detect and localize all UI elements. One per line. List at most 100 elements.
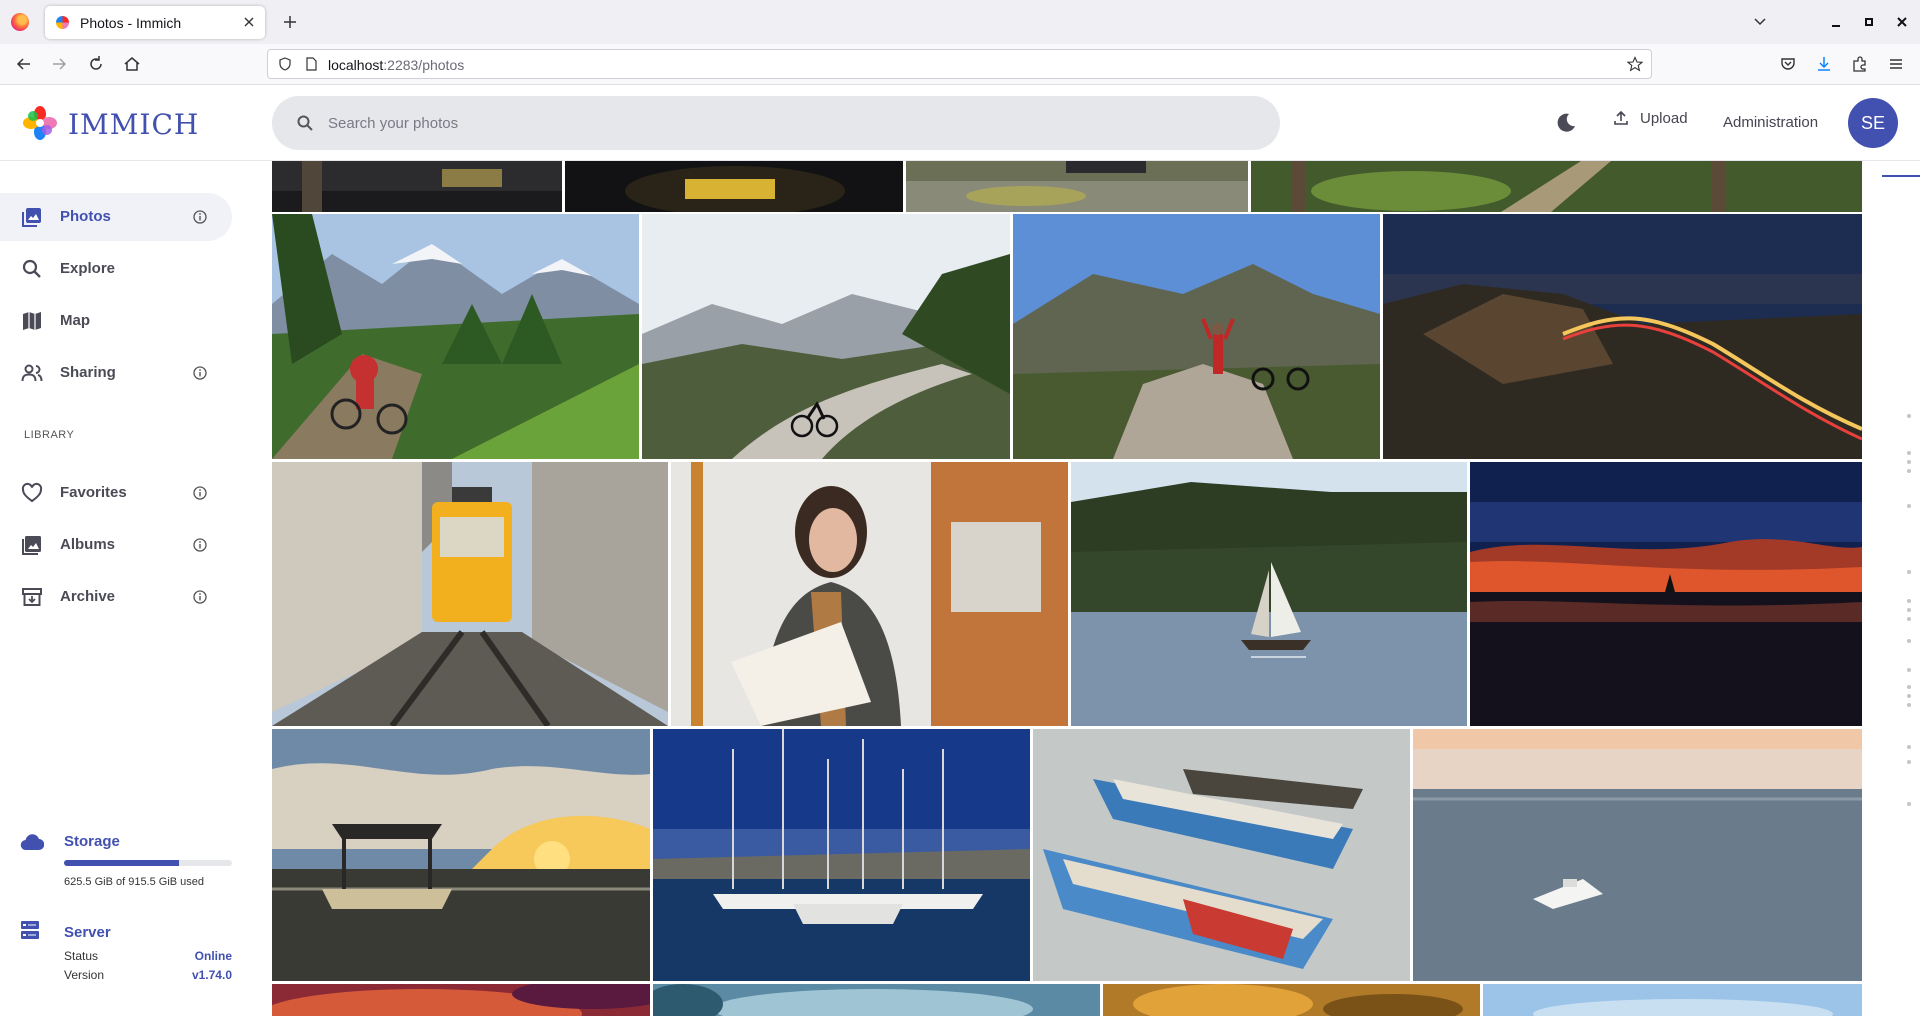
photo-grid (272, 161, 1862, 1016)
maximize-icon[interactable] (1859, 12, 1879, 32)
server-title: Server (64, 924, 111, 941)
reload-icon[interactable] (86, 54, 106, 74)
info-icon[interactable] (192, 485, 208, 501)
sidebar-item-archive[interactable]: Archive (0, 573, 232, 621)
album-icon (22, 536, 41, 555)
browser-tab-bar: Photos - Immich (0, 0, 1920, 44)
heart-icon (21, 482, 43, 503)
storage-title: Storage (64, 833, 120, 850)
sidebar-item-label: Map (60, 312, 90, 329)
url-bar[interactable]: localhost:2283/photos (267, 49, 1652, 79)
photo-thumbnail[interactable] (272, 161, 562, 212)
photo-thumbnail[interactable] (653, 729, 1030, 981)
dark-mode-toggle-icon[interactable] (1554, 111, 1578, 135)
photo-thumbnail[interactable] (642, 214, 1010, 459)
close-tab-icon[interactable] (241, 14, 257, 30)
sidebar-item-label: Sharing (60, 364, 116, 381)
sidebar-item-favorites[interactable]: Favorites (0, 469, 232, 517)
photo-thumbnail[interactable] (1383, 214, 1862, 459)
browser-tab[interactable]: Photos - Immich (45, 6, 265, 39)
tab-title: Photos - Immich (80, 14, 182, 31)
photo-thumbnail[interactable] (906, 161, 1248, 212)
scrubber-year-dot (1907, 460, 1911, 464)
search-bar[interactable] (272, 96, 1280, 150)
photo-thumbnail[interactable] (1033, 729, 1410, 981)
upload-button[interactable]: Upload (1612, 109, 1688, 127)
immich-favicon-icon (56, 16, 69, 29)
photo-thumbnail[interactable] (1483, 984, 1862, 1016)
photo-thumbnail[interactable] (1071, 462, 1467, 726)
app-header: IMMICH Upload Administration SE (0, 85, 1920, 161)
list-tabs-icon[interactable] (1750, 12, 1770, 32)
sidebar-item-sharing[interactable]: Sharing (0, 349, 232, 397)
photo-thumbnail[interactable] (272, 214, 639, 459)
firefox-icon[interactable] (11, 13, 29, 31)
archive-icon (22, 588, 42, 606)
new-tab-icon[interactable] (280, 12, 300, 32)
menu-icon[interactable] (1886, 54, 1906, 74)
photos-icon (22, 208, 41, 227)
scrubber-year-dot (1907, 504, 1911, 508)
photo-thumbnail[interactable] (565, 161, 903, 212)
photo-thumbnail[interactable] (1413, 729, 1862, 981)
extensions-icon[interactable] (1850, 54, 1870, 74)
scrubber-year-dot (1907, 570, 1911, 574)
info-icon[interactable] (192, 537, 208, 553)
photo-thumbnail[interactable] (272, 462, 668, 726)
server-version-value[interactable]: v1.74.0 (192, 968, 232, 982)
app-logo-text[interactable]: IMMICH (68, 108, 199, 141)
sidebar-item-photos[interactable]: Photos (0, 193, 232, 241)
scrubber-year-dot (1907, 802, 1911, 806)
user-avatar[interactable]: SE (1848, 98, 1898, 148)
photo-thumbnail[interactable] (1103, 984, 1480, 1016)
info-icon[interactable] (192, 209, 208, 225)
sidebar-item-label: Explore (60, 260, 116, 277)
library-section-label: LIBRARY (24, 429, 75, 441)
sidebar-item-label: Albums (60, 536, 116, 553)
scrubber-year-dot (1907, 745, 1911, 749)
browser-nav-bar: localhost:2283/photos (0, 44, 1920, 85)
minimize-icon[interactable] (1826, 12, 1846, 32)
sidebar-item-label: Favorites (60, 484, 127, 501)
photo-thumbnail[interactable] (1013, 214, 1380, 459)
sidebar-item-map[interactable]: Map (0, 297, 232, 345)
scrubber-year-dot (1907, 469, 1911, 473)
photo-thumbnail[interactable] (1251, 161, 1862, 212)
administration-link[interactable]: Administration (1723, 114, 1818, 131)
photo-thumbnail[interactable] (671, 462, 1068, 726)
search-input[interactable] (328, 96, 1228, 150)
server-status-value: Online (194, 949, 232, 963)
pocket-icon[interactable] (1778, 54, 1798, 74)
scrubber-year-dot (1907, 703, 1911, 707)
sidebar-item-explore[interactable]: Explore (0, 245, 232, 293)
downloads-icon[interactable] (1814, 54, 1834, 74)
shield-icon[interactable] (278, 57, 292, 71)
cloud-icon (20, 834, 44, 851)
forward-icon[interactable] (49, 54, 69, 74)
search-icon (22, 259, 41, 278)
bookmark-star-icon[interactable] (1627, 56, 1643, 72)
photo-thumbnail[interactable] (653, 984, 1100, 1016)
scrubber-year-dot (1907, 685, 1911, 689)
sidebar-item-albums[interactable]: Albums (0, 521, 232, 569)
scrubber-year-dot (1907, 617, 1911, 621)
photo-thumbnail[interactable] (272, 729, 650, 981)
upload-icon (1614, 110, 1628, 125)
url-path: :2283/photos (383, 57, 465, 73)
info-icon[interactable] (192, 589, 208, 605)
search-icon[interactable] (296, 114, 314, 132)
sidebar-item-label: Photos (60, 208, 111, 225)
storage-progress-fill (64, 860, 179, 866)
photo-thumbnail[interactable] (272, 984, 650, 1016)
photo-thumbnail[interactable] (1470, 462, 1862, 726)
scrubber-year-dot (1907, 414, 1911, 418)
scrubber-position-indicator (1882, 175, 1920, 177)
info-icon[interactable] (192, 365, 208, 381)
scrubber-year-dot (1907, 608, 1911, 612)
close-window-icon[interactable] (1892, 12, 1912, 32)
back-icon[interactable] (14, 54, 34, 74)
scrubber-year-dot (1907, 694, 1911, 698)
home-icon[interactable] (122, 54, 142, 74)
immich-logo-icon[interactable] (22, 105, 58, 141)
timeline-scrubber[interactable] (1880, 161, 1920, 1016)
